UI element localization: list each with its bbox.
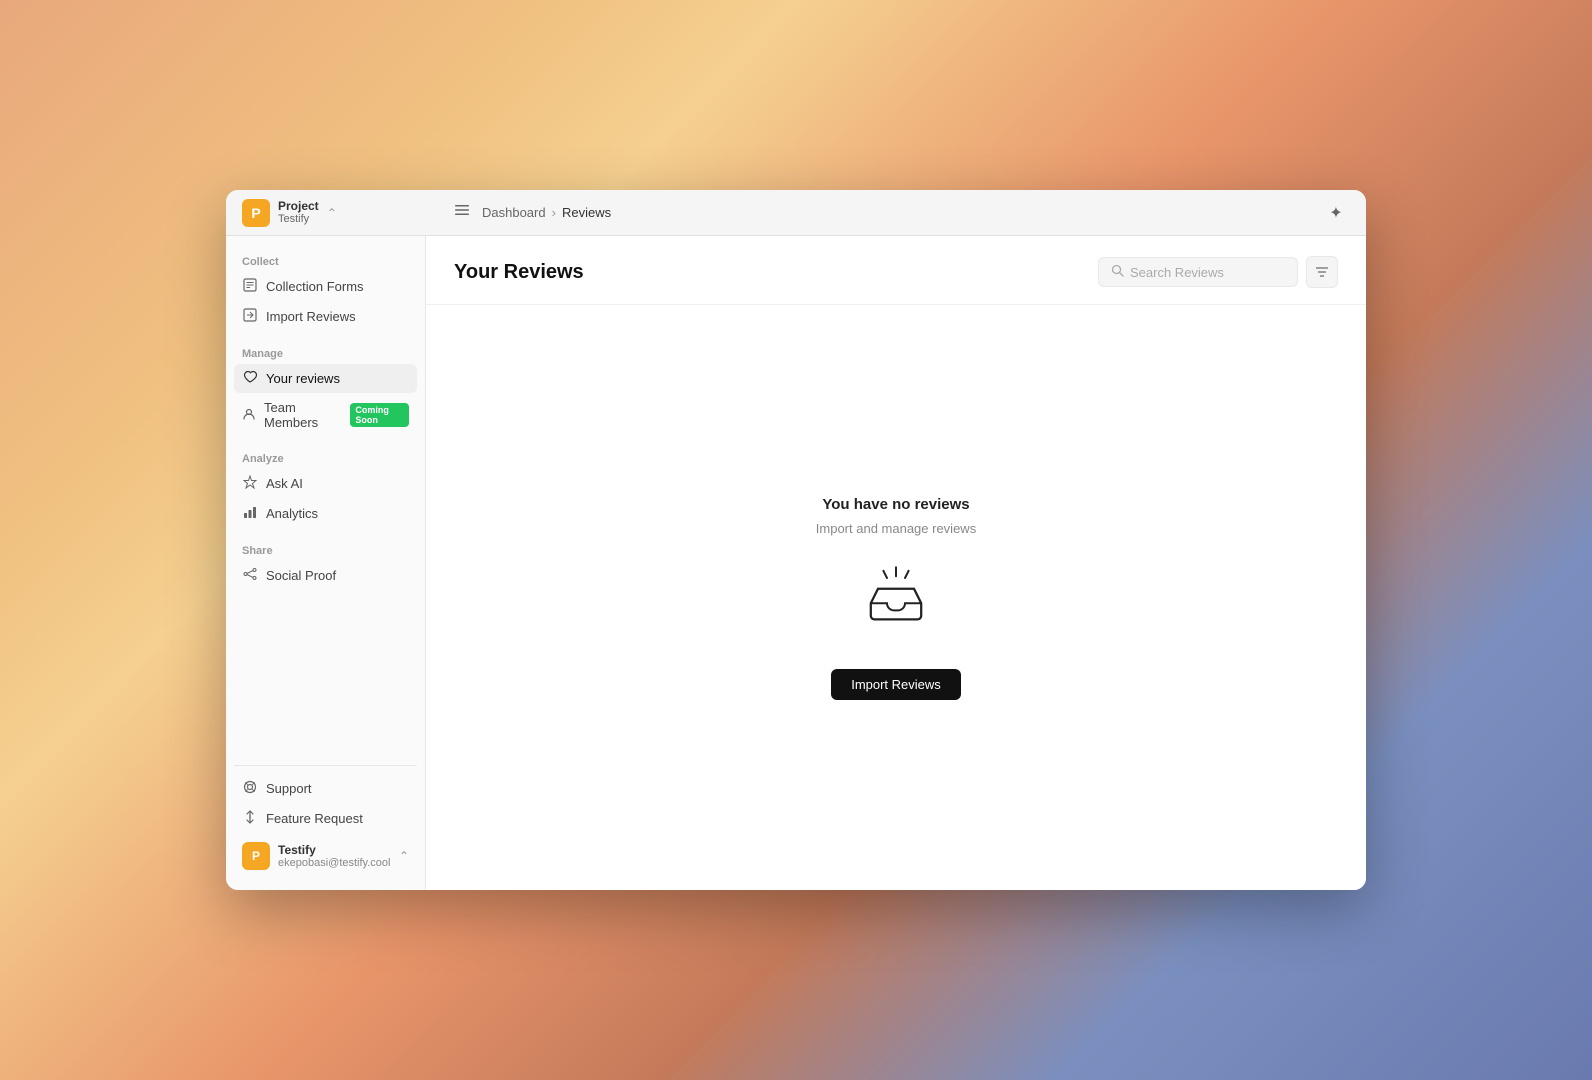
support-label: Support [266, 781, 312, 796]
sidebar-item-collection-forms[interactable]: Collection Forms [234, 272, 417, 301]
sidebar-item-team-members[interactable]: Team Members Coming Soon [234, 394, 417, 436]
ask-ai-icon [242, 475, 258, 492]
import-reviews-button[interactable]: Import Reviews [831, 669, 961, 700]
sidebar-item-analytics[interactable]: Analytics [234, 499, 417, 528]
social-proof-icon [242, 567, 258, 584]
user-section[interactable]: P Testify ekepobasi@testify.cool ⌃ [234, 834, 417, 878]
project-chevron-icon[interactable]: ⌃ [327, 206, 337, 220]
your-reviews-label: Your reviews [266, 371, 340, 386]
sidebar-bottom: Support Feature Request [234, 765, 417, 878]
filter-button[interactable] [1306, 256, 1338, 288]
search-icon [1111, 264, 1124, 280]
social-proof-label: Social Proof [266, 568, 336, 583]
empty-state: You have no reviews Import and manage re… [426, 305, 1366, 890]
section-label-manage: Manage [234, 340, 417, 364]
app-icon: P [242, 199, 270, 227]
team-members-label: Team Members [264, 400, 338, 430]
analytics-icon [242, 505, 258, 522]
breadcrumb-current: Reviews [562, 205, 611, 220]
main-content: Your Reviews [426, 236, 1366, 890]
user-email: ekepobasi@testify.cool [278, 857, 391, 869]
breadcrumb-parent[interactable]: Dashboard [482, 205, 546, 220]
page-title: Your Reviews [454, 261, 584, 284]
app-name-primary: Project [278, 199, 319, 213]
empty-state-subtitle: Import and manage reviews [816, 521, 976, 536]
sidebar-item-your-reviews[interactable]: Your reviews [234, 364, 417, 393]
search-box[interactable] [1098, 257, 1298, 287]
section-label-collect: Collect [234, 248, 417, 272]
content-header: Your Reviews [426, 236, 1366, 305]
empty-state-title: You have no reviews [822, 496, 969, 513]
breadcrumb: Dashboard › Reviews [482, 205, 611, 220]
sidebar-section-share: Share Social Proof [234, 537, 417, 591]
header-actions [1098, 256, 1338, 288]
user-chevron-icon: ⌃ [399, 849, 409, 863]
main-layout: Collect Collection Forms [226, 236, 1366, 890]
title-bar-right: ✦ [1322, 199, 1350, 227]
app-window: P Project Testify ⌃ Dashboard › Reviews … [226, 190, 1366, 890]
analytics-label: Analytics [266, 506, 318, 521]
user-name: Testify [278, 843, 391, 857]
section-label-share: Share [234, 537, 417, 561]
empty-state-illustration [860, 560, 932, 637]
team-members-icon [242, 407, 256, 424]
app-name-secondary: Testify [278, 213, 319, 226]
sidebar-item-ask-ai[interactable]: Ask AI [234, 469, 417, 498]
sidebar-section-manage: Manage Your reviews [234, 340, 417, 437]
your-reviews-icon [242, 370, 258, 387]
sidebar-item-support[interactable]: Support [234, 774, 417, 803]
section-label-analyze: Analyze [234, 445, 417, 469]
sidebar: Collect Collection Forms [226, 236, 426, 890]
sidebar-item-feature-request[interactable]: Feature Request [234, 804, 417, 833]
import-reviews-icon [242, 308, 258, 325]
breadcrumb-separator: › [552, 205, 556, 220]
title-bar: P Project Testify ⌃ Dashboard › Reviews … [226, 190, 1366, 236]
sidebar-section-analyze: Analyze Ask AI [234, 445, 417, 529]
sidebar-toggle-icon[interactable] [454, 202, 470, 223]
collection-forms-label: Collection Forms [266, 279, 364, 294]
settings-icon[interactable]: ✦ [1322, 199, 1350, 227]
import-reviews-label: Import Reviews [266, 309, 356, 324]
user-avatar: P [242, 842, 270, 870]
sidebar-item-social-proof[interactable]: Social Proof [234, 561, 417, 590]
app-name: Project Testify [278, 199, 319, 227]
feature-request-label: Feature Request [266, 811, 363, 826]
support-icon [242, 780, 258, 797]
ask-ai-label: Ask AI [266, 476, 303, 491]
sidebar-item-import-reviews[interactable]: Import Reviews [234, 302, 417, 331]
coming-soon-badge: Coming Soon [350, 403, 409, 427]
sidebar-section-collect: Collect Collection Forms [234, 248, 417, 332]
feature-request-icon [242, 810, 258, 827]
user-info: Testify ekepobasi@testify.cool [278, 843, 391, 869]
search-input[interactable] [1130, 265, 1285, 280]
collection-forms-icon [242, 278, 258, 295]
title-bar-left: P Project Testify ⌃ [242, 199, 442, 227]
